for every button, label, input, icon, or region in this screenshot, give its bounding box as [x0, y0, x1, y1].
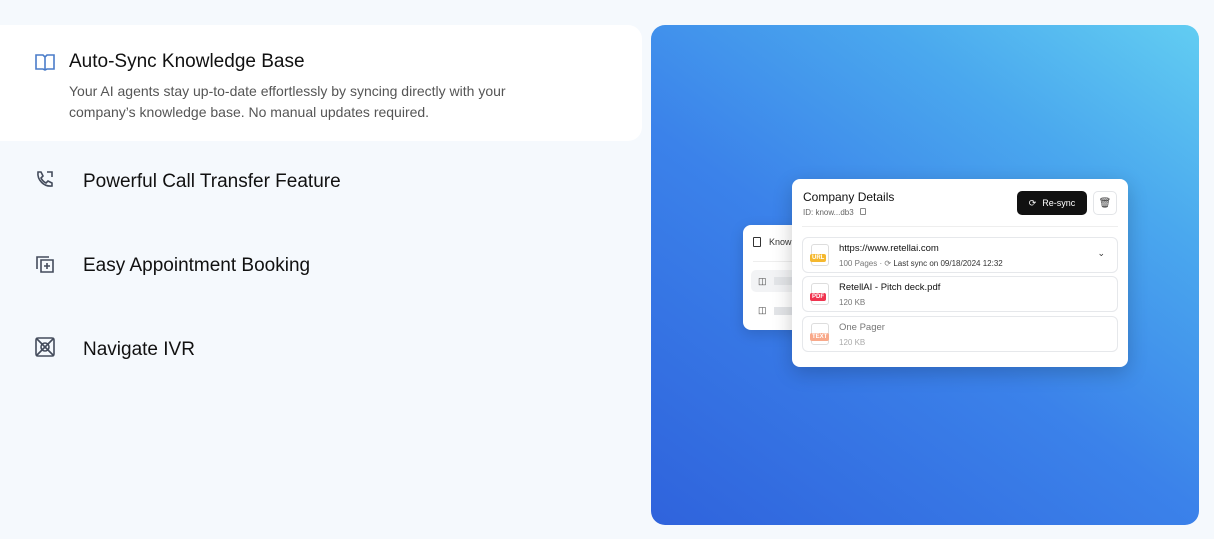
- page-count: 100 Pages: [839, 259, 878, 268]
- chevron-down-icon[interactable]: ⌄: [1097, 248, 1105, 259]
- ivr-icon: [35, 337, 55, 357]
- source-name: RetellAI - Pitch deck.pdf: [839, 282, 941, 293]
- sync-icon: ⟳: [884, 259, 892, 268]
- feature-auto-sync[interactable]: Auto-Sync Knowledge Base Your AI agents …: [0, 25, 642, 141]
- resync-button[interactable]: ⟳ Re-sync: [1017, 191, 1087, 215]
- source-row[interactable]: TEXT One Pager 120 KB: [802, 316, 1118, 352]
- feature-ivr[interactable]: Navigate IVR: [0, 328, 642, 372]
- book-open-icon: ◫: [758, 305, 767, 315]
- feature-appointment[interactable]: Easy Appointment Booking: [0, 244, 642, 288]
- book-icon: [753, 237, 761, 247]
- copy-icon[interactable]: [860, 208, 866, 215]
- refresh-icon: ⟳: [1028, 197, 1037, 208]
- file-size: 120 KB: [839, 298, 866, 307]
- last-sync: Last sync on 09/18/2024 12:32: [893, 259, 1003, 268]
- calendar-add-icon: [36, 256, 54, 273]
- feature-title: Navigate IVR: [83, 339, 195, 360]
- card-id: ID: know...db3: [803, 208, 854, 217]
- source-meta: 100 Pages · ⟳ Last sync on 09/18/2024 12…: [839, 259, 1003, 268]
- url-file-icon: URL: [810, 254, 827, 262]
- card-title: Company Details: [803, 190, 895, 204]
- feature-title: Powerful Call Transfer Feature: [83, 171, 341, 192]
- feature-title: Auto-Sync Knowledge Base: [69, 51, 305, 72]
- book-open-icon: [35, 54, 55, 71]
- source-row[interactable]: URL https://www.retellai.com 100 Pages ·…: [802, 237, 1118, 273]
- source-row[interactable]: PDF RetellAI - Pitch deck.pdf 120 KB: [802, 276, 1118, 312]
- file-size: 120 KB: [839, 338, 866, 347]
- feature-call-transfer[interactable]: Powerful Call Transfer Feature: [0, 160, 642, 204]
- phone-transfer-icon: [37, 171, 53, 187]
- feature-title: Easy Appointment Booking: [83, 255, 311, 276]
- resync-label: Re-sync: [1042, 198, 1076, 208]
- book-open-icon: ◫: [758, 276, 767, 286]
- text-file-icon: TEXT: [810, 333, 830, 341]
- source-name: https://www.retellai.com: [839, 243, 939, 254]
- trash-icon: 🗑: [1098, 197, 1112, 209]
- feature-description: Your AI agents stay up-to-date effortles…: [69, 83, 506, 120]
- pdf-file-icon: PDF: [810, 293, 826, 301]
- knowledge-label: Know: [769, 237, 792, 247]
- source-name: One Pager: [839, 322, 885, 333]
- delete-button[interactable]: 🗑: [1093, 191, 1117, 215]
- company-details-card: Company Details ID: know...db3 ⟳ Re-sync …: [792, 179, 1128, 367]
